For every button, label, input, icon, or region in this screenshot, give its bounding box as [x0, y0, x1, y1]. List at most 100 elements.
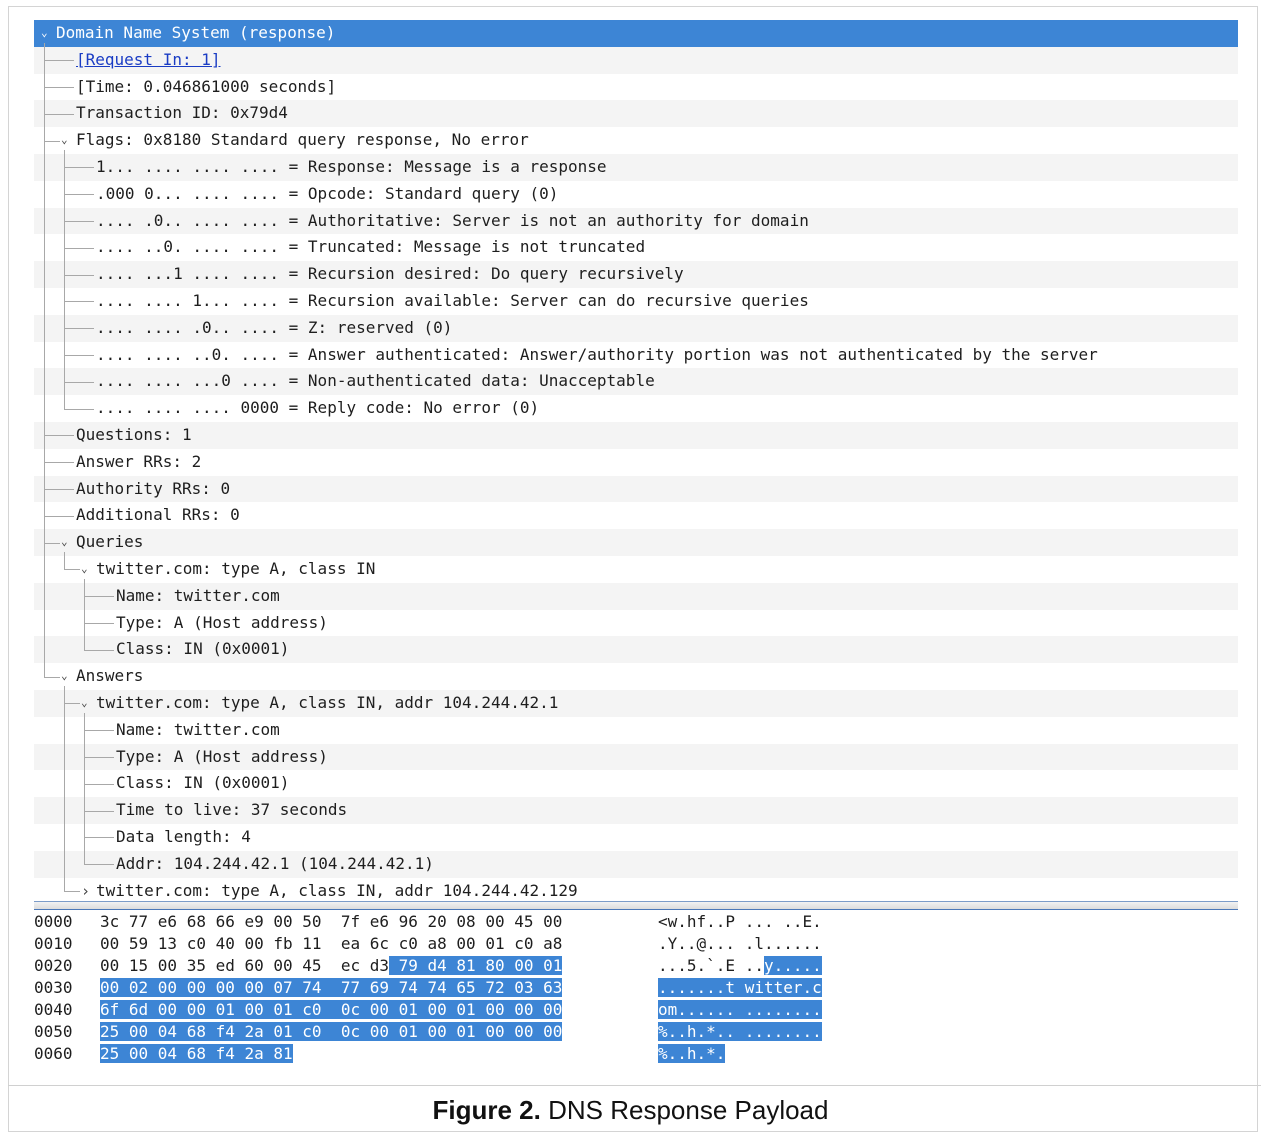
hex-bytes[interactable]: 25 00 04 68 f4 2a 01 c0 0c 00 01 00 01 0… [100, 1021, 563, 1043]
tree-connector [84, 596, 114, 598]
tree-row-label: Addr: 104.244.42.1 (104.244.42.1) [116, 853, 434, 873]
tree-row[interactable]: Name: twitter.com [34, 582, 1238, 610]
tree-row-label: twitter.com: type A, class IN [96, 558, 376, 578]
tree-connector [64, 328, 94, 330]
tree-row-label: 1... .... .... .... = Response: Message … [96, 156, 607, 176]
tree-row[interactable]: ⌄ Domain Name System (response) [34, 20, 1238, 47]
tree-row[interactable]: Additional RRs: 0 [34, 502, 1238, 530]
tree-link[interactable]: [Request In: 1] [76, 47, 221, 74]
tree-connector [64, 247, 94, 249]
hex-bytes[interactable]: 00 15 00 35 ed 60 00 45 ec d3 79 d4 81 8… [100, 955, 563, 977]
hex-offset: 0050 [34, 1022, 73, 1041]
tree-row-label: Additional RRs: 0 [76, 505, 240, 525]
tree-connector [64, 167, 94, 169]
tree-row[interactable]: Type: A (Host address) [34, 743, 1238, 771]
tree-guide-line [64, 686, 65, 891]
tree-connector [84, 756, 114, 758]
hex-row[interactable]: 0020 00 15 00 35 ed 60 00 45 ec d3 79 d4 … [34, 955, 1238, 977]
tree-row[interactable]: .000 0... .... .... = Opcode: Standard q… [34, 180, 1238, 208]
tree-row[interactable]: .... .... .0.. .... = Z: reserved (0) [34, 314, 1238, 342]
tree-row[interactable]: .... .... ...0 .... = Non-authenticated … [34, 368, 1238, 396]
pane-splitter[interactable] [34, 901, 1238, 910]
tree-guide-line [84, 578, 85, 650]
packet-bytes-pane[interactable]: 0000 3c 77 e6 68 66 e9 00 50 7f e6 96 20 … [34, 911, 1238, 1071]
tree-row[interactable]: Addr: 104.244.42.1 (104.244.42.1) [34, 850, 1238, 878]
tree-row[interactable]: Questions: 1 [34, 421, 1238, 449]
tree-row[interactable]: Class: IN (0x0001) [34, 770, 1238, 798]
hex-ascii[interactable]: .Y..@... .l...... [658, 933, 822, 955]
tree-row-label: Time to live: 37 seconds [116, 800, 348, 820]
hex-bytes[interactable]: 25 00 04 68 f4 2a 81 [100, 1043, 293, 1065]
tree-row[interactable]: ⌄ Answers [34, 663, 1238, 690]
tree-connector [44, 676, 60, 678]
hex-bytes[interactable]: 3c 77 e6 68 66 e9 00 50 7f e6 96 20 08 0… [100, 911, 562, 933]
hex-ascii[interactable]: %..h.*.. ........ [658, 1021, 822, 1043]
tree-row-label: .... ...1 .... .... = Recursion desired:… [96, 264, 684, 284]
tree-connector [64, 194, 94, 196]
tree-row-label: .000 0... .... .... = Opcode: Standard q… [96, 183, 559, 203]
tree-row[interactable]: Type: A (Host address) [34, 609, 1238, 637]
tree-connector [64, 354, 94, 356]
hex-bytes[interactable]: 00 59 13 c0 40 00 fb 11 ea 6c c0 a8 00 0… [100, 933, 562, 955]
tree-row[interactable]: ⌄ twitter.com: type A, class IN, addr 104… [34, 689, 1238, 717]
tree-row[interactable]: ⌄ Queries [34, 529, 1238, 556]
tree-row-label: [Time: 0.046861000 seconds] [76, 76, 337, 96]
tree-row[interactable]: .... .... .... 0000 = Reply code: No err… [34, 395, 1238, 422]
tree-row[interactable]: Data length: 4 [34, 823, 1238, 851]
hex-ascii[interactable]: ...5.`.E ..y..... [658, 955, 822, 977]
tree-row[interactable]: › twitter.com: type A, class IN, addr 104… [34, 877, 1238, 902]
tree-row[interactable]: Answer RRs: 2 [34, 448, 1238, 476]
tree-connector [64, 890, 80, 892]
hex-bytes[interactable]: 6f 6d 00 00 01 00 01 c0 0c 00 01 00 01 0… [100, 999, 563, 1021]
hex-row[interactable]: 0040 6f 6d 00 00 01 00 01 c0 0c 00 01 00 … [34, 999, 1238, 1021]
tree-guide-line [84, 712, 85, 865]
tree-row[interactable]: ⌄ twitter.com: type A, class IN [34, 555, 1238, 583]
tree-connector [64, 408, 94, 410]
tree-guide-line [64, 150, 65, 409]
tree-row[interactable]: [Time: 0.046861000 seconds] [34, 73, 1238, 101]
hex-ascii[interactable]: <w.hf..P ... ..E. [658, 911, 822, 933]
packet-details-tree[interactable]: ⌄ Domain Name System (response) [Request I… [34, 20, 1238, 901]
tree-row[interactable]: 1... .... .... .... = Response: Message … [34, 153, 1238, 181]
tree-row[interactable]: Name: twitter.com [34, 716, 1238, 744]
tree-row-label: Questions: 1 [76, 424, 192, 444]
tree-connector [44, 86, 74, 88]
tree-connector [64, 381, 94, 383]
hex-row[interactable]: 0000 3c 77 e6 68 66 e9 00 50 7f e6 96 20 … [34, 911, 1238, 933]
tree-row[interactable]: Transaction ID: 0x79d4 [34, 100, 1238, 128]
hex-row[interactable]: 0060 25 00 04 68 f4 2a 81 %..h.*. [34, 1043, 1238, 1065]
hex-row[interactable]: 0010 00 59 13 c0 40 00 fb 11 ea 6c c0 a8 … [34, 933, 1238, 955]
tree-row-label: Authority RRs: 0 [76, 478, 231, 498]
tree-connector [84, 837, 114, 839]
tree-row[interactable]: Authority RRs: 0 [34, 475, 1238, 503]
tree-row[interactable]: Class: IN (0x0001) [34, 636, 1238, 664]
hex-row[interactable]: 0030 00 02 00 00 00 00 07 74 77 69 74 74 … [34, 977, 1238, 999]
selected-ascii: %..h.*.. ........ [658, 1022, 822, 1041]
tree-row[interactable]: .... .0.. .... .... = Authoritative: Ser… [34, 207, 1238, 235]
tree-connector [44, 488, 74, 490]
tree-connector [44, 542, 60, 544]
hex-offset: 0040 [34, 1000, 73, 1019]
hex-row[interactable]: 0050 25 00 04 68 f4 2a 01 c0 0c 00 01 00 … [34, 1021, 1238, 1043]
tree-connector [44, 140, 60, 142]
tree-row-label: Name: twitter.com [116, 719, 280, 739]
figure-caption: Figure 2. DNS Response Payload [0, 1095, 1261, 1126]
tree-row[interactable]: .... ...1 .... .... = Recursion desired:… [34, 261, 1238, 288]
tree-connector [64, 569, 80, 571]
tree-row[interactable]: .... ..0. .... .... = Truncated: Message… [34, 234, 1238, 262]
hex-ascii[interactable]: om...... ........ [658, 999, 822, 1021]
tree-row[interactable]: .... .... 1... .... = Recursion availabl… [34, 287, 1238, 315]
tree-row-label: Answer RRs: 2 [76, 451, 202, 471]
selected-bytes: 6f 6d 00 00 01 00 01 c0 0c 00 01 00 01 0… [100, 1000, 563, 1019]
hex-ascii[interactable]: %..h.*. [658, 1043, 726, 1065]
tree-connector [64, 703, 80, 705]
tree-row[interactable]: Time to live: 37 seconds [34, 797, 1238, 824]
tree-row[interactable]: [Request In: 1] [34, 46, 1238, 74]
hex-bytes[interactable]: 00 02 00 00 00 00 07 74 77 69 74 74 65 7… [100, 977, 563, 999]
tree-connector [64, 274, 94, 276]
tree-row[interactable]: .... .... ..0. .... = Answer authenticat… [34, 341, 1238, 369]
tree-row[interactable]: ⌄ Flags: 0x8180 Standard query response, … [34, 127, 1238, 154]
tree-connector [84, 864, 114, 866]
hex-ascii[interactable]: .......t witter.c [658, 977, 822, 999]
collapse-arrow-icon[interactable]: › [81, 878, 90, 902]
